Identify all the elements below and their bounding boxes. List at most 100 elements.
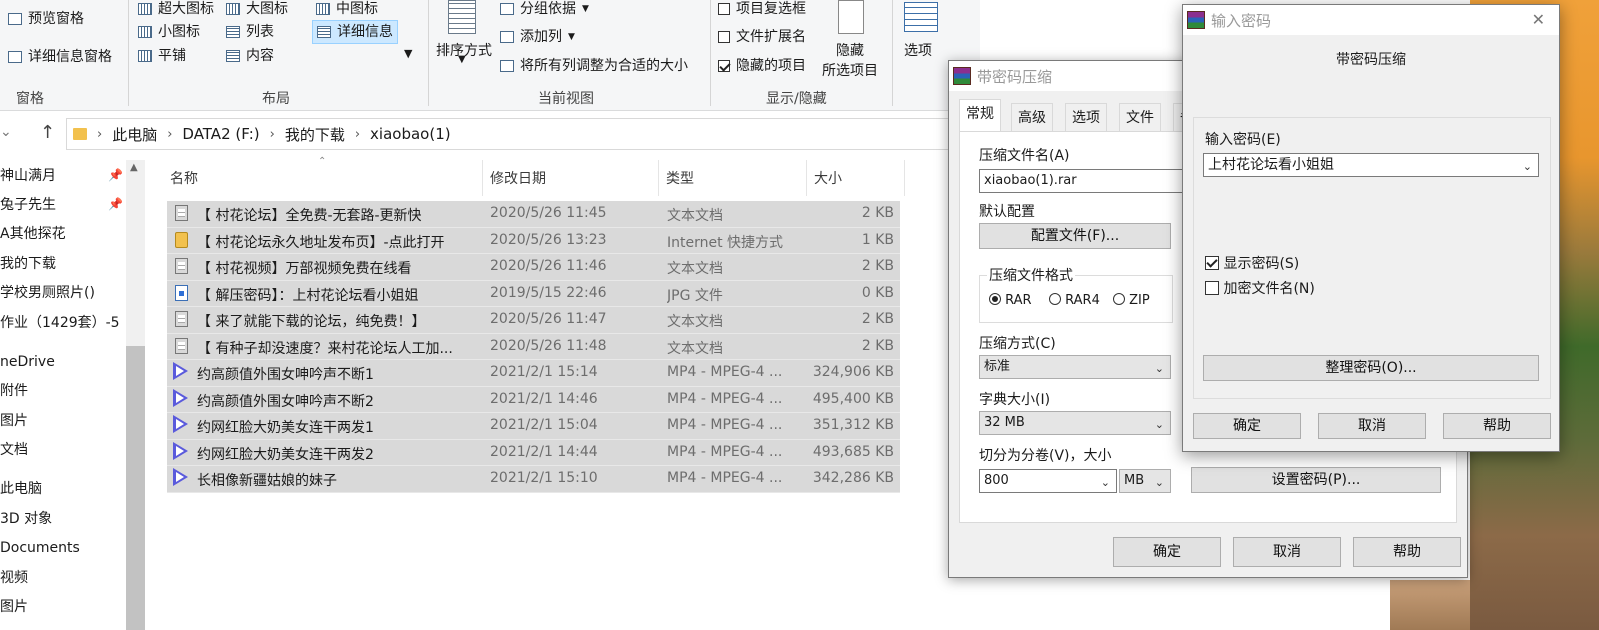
radio-button[interactable] — [989, 293, 1001, 305]
column-header-name[interactable]: 名称 — [170, 168, 198, 188]
nav-item[interactable]: 3D 对象 — [0, 505, 52, 533]
group-by-button[interactable]: 分组依据 ▼ — [500, 0, 589, 20]
split-unit-select[interactable]: MB ⌄ — [1119, 469, 1171, 493]
column-header-type[interactable]: 类型 — [666, 168, 694, 188]
format-zip-radio[interactable]: ZIP — [1113, 293, 1150, 308]
help-button[interactable]: 帮助 — [1443, 413, 1551, 439]
tab-options[interactable]: 选项 — [1065, 103, 1107, 131]
list-option[interactable]: 列表 — [226, 21, 274, 43]
breadcrumb-item[interactable]: 我的下载 — [285, 124, 345, 145]
table-row[interactable]: 【 村花视频】万部视频免费在线看 2020/5/26 11:46 文本文档 2 … — [167, 254, 900, 281]
table-row[interactable]: 约网红脸大奶美女连干两发1 2021/2/1 15:04 MP4 - MPEG-… — [167, 413, 900, 440]
close-icon[interactable]: ✕ — [1532, 10, 1545, 29]
preview-pane-button[interactable]: 预览窗格 — [8, 8, 84, 30]
details-option[interactable]: 详细信息 — [312, 20, 398, 44]
column-header-date[interactable]: 修改日期 — [490, 168, 546, 188]
hidden-items-toggle[interactable]: 隐藏的项目 — [718, 55, 806, 77]
tab-files[interactable]: 文件 — [1119, 103, 1161, 131]
column-header-size[interactable]: 大小 — [814, 168, 842, 188]
scroll-up-icon[interactable]: ▲ — [130, 162, 138, 173]
ok-button[interactable]: 确定 — [1193, 413, 1301, 439]
breadcrumb-item[interactable]: DATA2 (F:) — [182, 125, 259, 143]
table-row[interactable]: 【 有种子却没速度？来村花论坛人工加... 2020/5/26 11:48 文本… — [167, 333, 900, 360]
content-option[interactable]: 内容 — [226, 45, 274, 67]
small-icons-option[interactable]: 小图标 — [138, 21, 200, 43]
encrypt-names-checkbox[interactable] — [1205, 281, 1219, 295]
show-password-checkbox[interactable] — [1205, 256, 1219, 270]
table-row[interactable]: 约高颜值外围女呻吟声不断1 2021/2/1 15:14 MP4 - MPEG-… — [167, 360, 900, 387]
nav-item[interactable]: 图片 — [0, 407, 28, 435]
radio-button[interactable] — [1113, 293, 1125, 305]
options-button[interactable]: 选项 — [904, 40, 932, 60]
nav-item[interactable]: 文档 — [0, 436, 28, 464]
nav-scrollbar-thumb[interactable] — [126, 346, 145, 630]
set-password-button[interactable]: 设置密码(P)... — [1191, 467, 1441, 493]
help-button[interactable]: 帮助 — [1353, 537, 1461, 567]
hidden-items-checkbox[interactable] — [718, 60, 730, 72]
pin-icon[interactable]: 📌 — [108, 168, 123, 182]
nav-item[interactable]: A其他探花 — [0, 220, 66, 248]
medium-icons-option[interactable]: 中图标 — [316, 0, 378, 20]
large-icons-option[interactable]: 大图标 — [226, 0, 288, 20]
password-input[interactable]: 上村花论坛看小姐姐 ⌄ — [1203, 153, 1539, 177]
organize-passwords-button[interactable]: 整理密码(O)... — [1203, 355, 1539, 381]
hide-selected-label-2[interactable]: 所选项目 — [822, 60, 878, 80]
breadcrumb-item[interactable]: 此电脑 — [112, 124, 157, 145]
nav-item[interactable]: Documents — [0, 534, 80, 562]
item-checkboxes-checkbox[interactable] — [718, 3, 730, 15]
encrypt-names-option[interactable]: 加密文件名(N) — [1205, 278, 1315, 298]
tab-general[interactable]: 常规 — [959, 99, 1001, 131]
item-checkboxes-toggle[interactable]: 项目复选框 — [718, 0, 806, 20]
nav-item[interactable]: 我的下载 — [0, 250, 56, 278]
pin-icon[interactable]: 📌 — [108, 197, 123, 211]
size-all-columns-button[interactable]: 将所有列调整为合适的大小 — [500, 55, 688, 77]
extra-large-icons-option[interactable]: 超大图标 — [138, 0, 214, 20]
cancel-button[interactable]: 取消 — [1318, 413, 1426, 439]
nav-item[interactable]: 作业（1429套）-5 — [0, 309, 120, 337]
chevron-down-icon[interactable]: ⌄ — [1523, 156, 1532, 176]
nav-item[interactable]: 学校男厕照片() — [0, 279, 95, 307]
radio-button[interactable] — [1049, 293, 1061, 305]
format-rar-radio[interactable]: RAR — [989, 293, 1032, 308]
password-dialog-titlebar[interactable]: 输入密码 — [1183, 5, 1559, 35]
layout-more-icon[interactable]: ▼ — [404, 47, 412, 60]
up-arrow-icon[interactable]: ↑ — [40, 122, 55, 143]
tab-advanced[interactable]: 高级 — [1011, 103, 1053, 131]
nav-item[interactable]: 此电脑 — [0, 475, 42, 503]
column-divider[interactable] — [904, 160, 905, 196]
table-row[interactable]: 【 解压密码】：上村花论坛看小姐姐 2019/5/15 22:46 JPG 文件… — [167, 280, 900, 307]
dictionary-size-select[interactable]: 32 MB ⌄ — [979, 411, 1171, 435]
nav-item[interactable]: 附件 — [0, 377, 28, 405]
forward-chevron-down-icon[interactable]: ⌄ — [0, 124, 12, 140]
column-divider[interactable] — [482, 160, 483, 196]
table-row[interactable]: 【 村花论坛永久地址发布页】-点此打开 2020/5/26 13:23 Inte… — [167, 227, 900, 254]
compression-method-select[interactable]: 标准 ⌄ — [979, 355, 1171, 379]
nav-item[interactable]: 图片 — [0, 593, 28, 621]
archive-name-input[interactable]: xiaobao(1).rar — [979, 169, 1189, 193]
column-divider[interactable] — [658, 160, 659, 196]
breadcrumb-item[interactable]: xiaobao(1) — [370, 125, 451, 143]
add-columns-button[interactable]: 添加列 ▼ — [500, 26, 575, 48]
hide-selected-label-1[interactable]: 隐藏 — [836, 40, 864, 60]
table-row[interactable]: 【 村花论坛】全免费-无套路-更新快 2020/5/26 11:45 文本文档 … — [167, 201, 900, 228]
nav-item[interactable]: 视频 — [0, 564, 28, 592]
nav-item[interactable]: 兔子先生 — [0, 191, 56, 219]
ok-button[interactable]: 确定 — [1113, 537, 1221, 567]
table-row[interactable]: 约高颜值外围女呻吟声不断2 2021/2/1 14:46 MP4 - MPEG-… — [167, 386, 900, 413]
cancel-button[interactable]: 取消 — [1233, 537, 1341, 567]
table-row[interactable]: 长相像新疆姑娘的妹子 2021/2/1 15:10 MP4 - MPEG-4 .… — [167, 466, 900, 493]
address-bar[interactable]: › 此电脑 › DATA2 (F:) › 我的下载 › xiaobao(1) — [66, 118, 966, 150]
nav-item[interactable]: 神山满月 — [0, 162, 56, 190]
column-divider[interactable] — [806, 160, 807, 196]
table-row[interactable]: 【 来了就能下载的论坛，纯免费！】 2020/5/26 11:47 文本文档 2… — [167, 307, 900, 334]
show-password-option[interactable]: 显示密码(S) — [1205, 253, 1299, 273]
format-rar4-radio[interactable]: RAR4 — [1049, 293, 1100, 308]
tiles-option[interactable]: 平铺 — [138, 45, 186, 67]
details-pane-button[interactable]: 详细信息窗格 — [8, 46, 112, 68]
profiles-button[interactable]: 配置文件(F)... — [979, 223, 1171, 249]
table-row[interactable]: 约网红脸大奶美女连干两发2 2021/2/1 14:44 MP4 - MPEG-… — [167, 439, 900, 466]
split-volume-input[interactable]: 800 ⌄ — [979, 469, 1117, 493]
nav-item[interactable]: neDrive — [0, 348, 55, 376]
file-extensions-checkbox[interactable] — [718, 31, 730, 43]
file-extensions-toggle[interactable]: 文件扩展名 — [718, 26, 806, 48]
